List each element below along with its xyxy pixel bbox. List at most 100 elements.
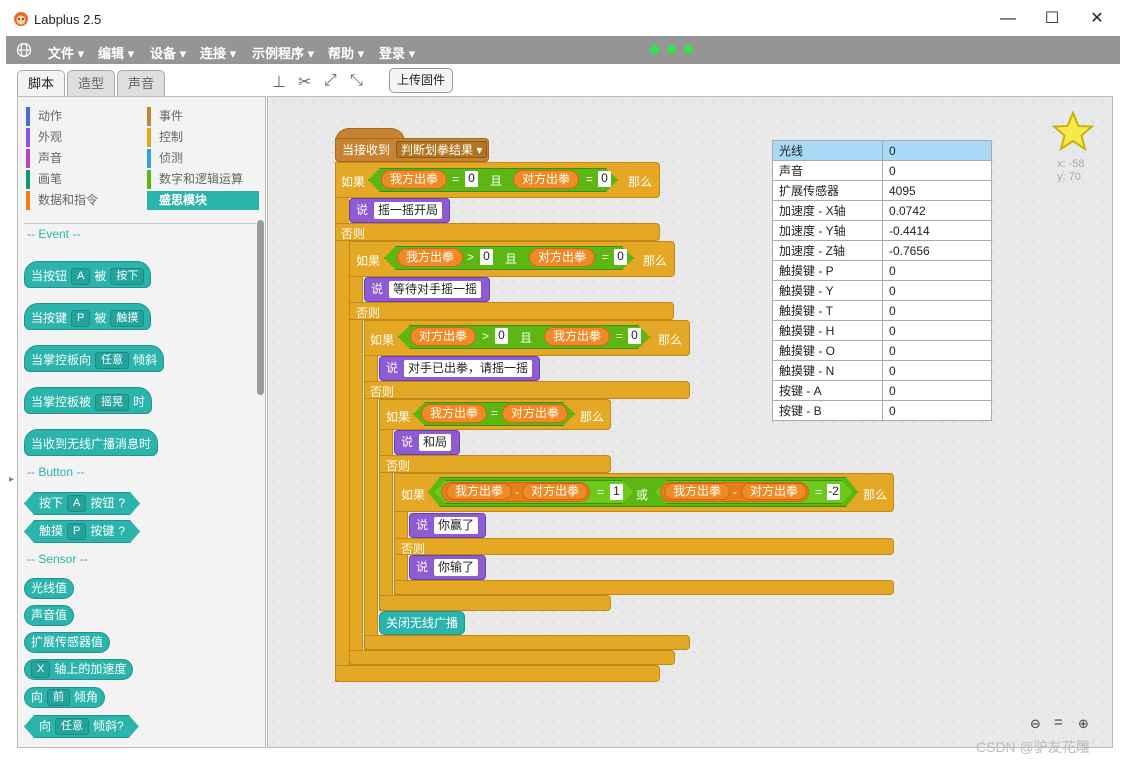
var-me[interactable]: 我方出拳	[397, 248, 464, 267]
category-sound[interactable]: 声音	[26, 149, 138, 168]
upload-firmware-button[interactable]: 上传固件	[389, 68, 453, 93]
if-c-bar	[379, 399, 393, 611]
tab-sounds[interactable]: 声音	[117, 70, 165, 97]
say-block[interactable]: 说摇一摇开局	[349, 198, 450, 223]
zoom-reset-icon[interactable]: =	[1054, 714, 1074, 731]
var-opp[interactable]: 对方出拳	[502, 404, 569, 423]
zoom-in-icon[interactable]: ⊕	[1078, 716, 1098, 732]
sensor-name: 声音	[772, 160, 883, 181]
sensor-value: 4095	[882, 180, 992, 201]
sensor-row: 扩展传感器 4095	[772, 180, 992, 201]
if-end-3	[364, 635, 690, 650]
category-events[interactable]: 事件	[147, 107, 259, 126]
num-input[interactable]: 1	[610, 484, 623, 500]
block-when-radio[interactable]: 当收到无线广播消息时	[24, 429, 159, 456]
menu-device[interactable]: 设备 ▾	[150, 43, 186, 62]
eq-op: =	[597, 485, 605, 499]
stamp-icon[interactable]: ⊥	[272, 72, 286, 92]
sensor-value: 0	[882, 140, 992, 161]
and-label: 且	[520, 331, 533, 345]
var-opp[interactable]: 对方出拳	[513, 170, 580, 189]
category-control[interactable]: 控制	[147, 128, 259, 147]
when-receive-hat-block[interactable]: 当接收到 判断划拳结果 ▾	[335, 138, 489, 162]
var-me[interactable]: 我方出拳	[544, 327, 611, 346]
shrink-icon[interactable]: ⤡	[350, 72, 363, 90]
var-opp[interactable]: 对方出拳	[529, 248, 596, 267]
block-when-tilt[interactable]: 当掌控板向 任意 倾斜	[24, 345, 165, 372]
status-dot	[650, 45, 659, 54]
num-input[interactable]: 0	[614, 249, 627, 265]
say-block[interactable]: 说你输了	[409, 555, 486, 580]
block-ext-sensor-value[interactable]: 扩展传感器值	[24, 632, 111, 653]
say-block[interactable]: 说对手已出拳，请摇一摇	[379, 356, 540, 381]
block-axis-accel[interactable]: X 轴上的加速度	[24, 659, 134, 680]
block-light-value[interactable]: 光线值	[24, 578, 75, 599]
category-data[interactable]: 数据和指令	[26, 191, 138, 210]
sensor-value: -0.7656	[882, 240, 992, 261]
sensor-row: 加速度 - Z轴 -0.7656	[772, 240, 992, 261]
var-opp[interactable]: 对方出拳	[522, 483, 589, 500]
block-button-pressed[interactable]: 按下 A 按钮?	[24, 492, 140, 515]
block-when-shake[interactable]: 当掌控板被 摇晃时	[24, 387, 153, 414]
num-input[interactable]: 0	[465, 171, 478, 187]
zoom-out-icon[interactable]: ⊖	[1030, 716, 1050, 732]
and-label: 且	[490, 174, 503, 188]
sensor-row: 按键 - B0	[772, 400, 992, 421]
block-when-button[interactable]: 当按钮 A 被按下	[24, 261, 152, 288]
block-when-touch[interactable]: 当按键 P 被触摸	[24, 303, 152, 330]
message-dropdown[interactable]: 判断划拳结果 ▾	[396, 141, 488, 158]
grow-icon[interactable]: ⤢	[324, 72, 337, 90]
window-title: Labplus 2.5	[34, 12, 102, 27]
category-labplus[interactable]: 盛思模块	[147, 191, 259, 210]
maximize-button[interactable]: ☐	[1030, 4, 1074, 34]
eq-op: =	[491, 406, 499, 420]
else-block-5	[394, 538, 894, 555]
collapse-arrow-icon[interactable]: ▸	[9, 474, 14, 485]
var-me[interactable]: 我方出拳	[446, 483, 513, 500]
var-me[interactable]: 我方出拳	[421, 404, 488, 423]
num-input[interactable]: -2	[827, 484, 840, 500]
sensor-row: 触摸键 - Y0	[772, 280, 992, 301]
sensor-value: 0	[882, 380, 992, 401]
say-block[interactable]: 说和局	[394, 430, 460, 455]
var-me[interactable]: 我方出拳	[381, 170, 448, 189]
block-key-touched[interactable]: 触摸 P 按键?	[24, 520, 140, 543]
var-me[interactable]: 我方出拳	[664, 483, 731, 500]
palette-scrollbar[interactable]	[257, 220, 264, 395]
category-sensing[interactable]: 侦测	[147, 149, 259, 168]
star-icon[interactable]	[1051, 110, 1095, 157]
menu-login[interactable]: 登录 ▾	[379, 43, 415, 62]
close-radio-block[interactable]: 关闭无线广播	[379, 611, 466, 635]
var-opp[interactable]: 对方出拳	[741, 483, 808, 500]
menu-examples[interactable]: 示例程序 ▾	[252, 43, 314, 62]
tab-scripts[interactable]: 脚本	[17, 70, 65, 99]
gt-op: >	[467, 250, 475, 264]
num-input[interactable]: 0	[480, 249, 493, 265]
sensor-row: 触摸键 - P0	[772, 260, 992, 281]
category-motion[interactable]: 动作	[26, 107, 138, 126]
tab-costumes[interactable]: 造型	[67, 70, 115, 97]
num-input[interactable]: 0	[628, 328, 641, 344]
app-window: Labplus 2.5 — ☐ ✕ 文件 ▾ 编辑 ▾ 设备 ▾ 连接 ▾ 示例…	[0, 0, 1128, 764]
menu-file[interactable]: 文件 ▾	[48, 43, 84, 62]
var-opp[interactable]: 对方出拳	[410, 327, 477, 346]
minimize-button[interactable]: —	[986, 4, 1030, 34]
globe-icon[interactable]	[16, 42, 32, 61]
category-pen[interactable]: 画笔	[26, 170, 138, 189]
say-block[interactable]: 说你赢了	[409, 513, 486, 538]
category-looks[interactable]: 外观	[26, 128, 138, 147]
num-input[interactable]: 0	[598, 171, 611, 187]
menu-edit[interactable]: 编辑 ▾	[98, 43, 134, 62]
menu-help[interactable]: 帮助 ▾	[328, 43, 364, 62]
block-tilt-bool[interactable]: 向任意 倾斜?	[24, 715, 139, 738]
close-button[interactable]: ✕	[1075, 4, 1119, 34]
block-sound-value[interactable]: 声音值	[24, 605, 75, 626]
category-operators[interactable]: 数字和逻辑运算	[147, 170, 259, 189]
block-tilt-angle[interactable]: 向前倾角	[24, 687, 106, 708]
num-input[interactable]: 0	[495, 328, 508, 344]
scissors-icon[interactable]: ✂	[298, 72, 311, 92]
if-label: 如果	[370, 333, 395, 347]
say-block[interactable]: 说等待对手摇一摇	[364, 277, 490, 302]
menu-connect[interactable]: 连接 ▾	[200, 43, 236, 62]
eq-op: =	[616, 329, 624, 343]
